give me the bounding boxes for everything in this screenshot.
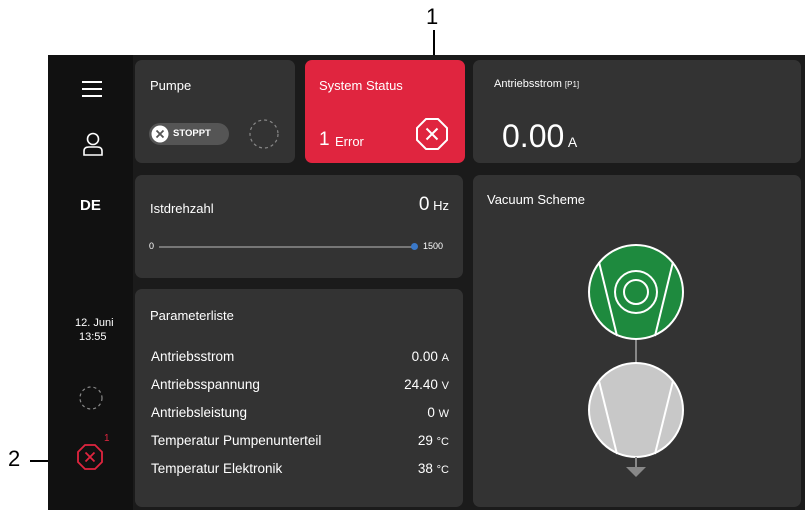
speed-slider-handle[interactable] — [411, 243, 418, 250]
user-icon[interactable] — [82, 132, 104, 156]
param-row: Temperatur Pumpenunterteil 29 °C — [151, 433, 449, 448]
drive-current-tile: Antriebsstrom [P1] 0.00 A — [473, 60, 801, 163]
pump-title: Pumpe — [150, 78, 192, 93]
param-row: Antriebsspannung 24.40 V — [151, 377, 449, 392]
exhaust-arrow-icon — [626, 467, 646, 477]
sidebar-time: 13:55 — [79, 331, 107, 343]
slider-min-label: 0 — [149, 241, 155, 251]
callout-1: 1 — [426, 4, 439, 29]
parameter-list-title: Parameterliste — [150, 308, 234, 323]
drive-current-value: 0.00 A — [502, 118, 578, 154]
speed-slider-track[interactable] — [159, 246, 415, 248]
pump-tile: Pumpe STOPPT — [135, 60, 295, 163]
param-row: Antriebsleistung 0 W — [151, 405, 449, 420]
language-selector[interactable]: DE — [80, 197, 101, 214]
drive-current-title: Antriebsstrom [P1] — [494, 78, 580, 90]
vacuum-scheme-tile: Vacuum Scheme — [473, 175, 801, 507]
speed-title: Istdrehzahl — [150, 201, 214, 216]
param-row: Temperatur Elektronik 38 °C — [151, 461, 449, 476]
pump-toggle-label: STOPPT — [173, 128, 211, 139]
error-label: Error — [335, 134, 364, 149]
pump-toggle[interactable]: STOPPT — [149, 123, 229, 145]
sidebar-date: 12. Juni — [75, 317, 114, 329]
speed-tile: Istdrehzahl 0 Hz 0 1500 — [135, 175, 463, 278]
loading-spinner-icon — [79, 386, 103, 410]
error-badge-count: 1 — [104, 433, 110, 444]
sidebar: DE 12. Juni 13:55 1 — [48, 55, 133, 510]
callout-2: 2 — [8, 446, 21, 471]
pump-loading-icon — [249, 119, 279, 149]
turbo-pump-symbol — [588, 244, 684, 340]
vacuum-scheme-diagram — [588, 244, 684, 477]
backing-pump-symbol — [588, 362, 684, 458]
menu-icon[interactable] — [82, 79, 102, 99]
stop-icon — [151, 125, 169, 143]
parameter-list-tile: Parameterliste Antriebsstrom 0.00 A Antr… — [135, 289, 463, 507]
slider-max-label: 1500 — [423, 241, 444, 251]
system-status-title: System Status — [319, 78, 403, 93]
speed-value: 0 Hz — [418, 194, 449, 215]
error-count: 1 — [319, 129, 330, 150]
system-status-tile[interactable]: System Status 1 Error — [305, 60, 465, 163]
param-row: Antriebsstrom 0.00 A — [151, 349, 449, 364]
error-octagon-icon — [416, 118, 448, 150]
error-octagon-icon[interactable] — [77, 444, 103, 470]
vacuum-scheme-title: Vacuum Scheme — [487, 192, 586, 207]
